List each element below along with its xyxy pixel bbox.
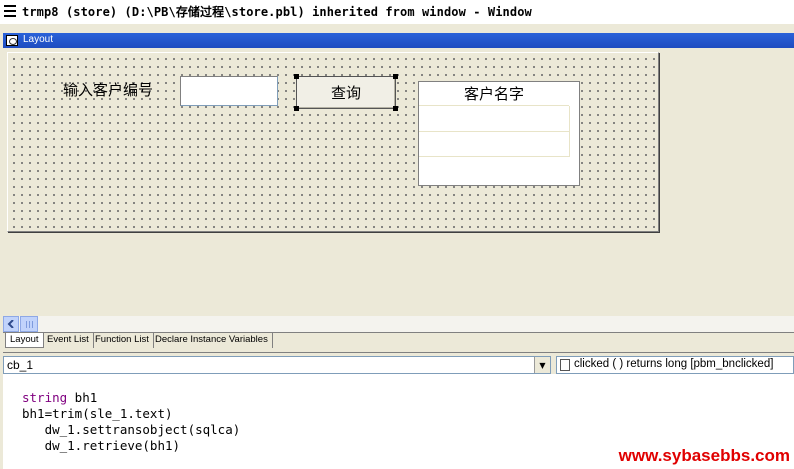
title-bar: trmp8 (store) (D:\PB\存储过程\store.pbl) inh… xyxy=(0,0,794,24)
painter-tab-strip: Layout Event List Function List Declare … xyxy=(3,332,794,348)
horizontal-scrollbar[interactable] xyxy=(3,316,794,332)
script-icon xyxy=(560,359,570,371)
script-selector-bar: cb_1 ▼ clicked ( ) returns long [pbm_bnc… xyxy=(3,352,794,374)
window-title: trmp8 (store) (D:\PB\存储过程\store.pbl) inh… xyxy=(22,5,532,19)
tab-layout[interactable]: Layout xyxy=(5,333,44,348)
selection-handle[interactable] xyxy=(294,74,299,79)
code-line: bh1=trim(sle_1.text) xyxy=(22,406,173,421)
datawindow-header-customer-name: 客户名字 xyxy=(419,82,569,106)
datawindow-control[interactable]: 客户名字 xyxy=(418,81,580,186)
layout-panel-title: Layout xyxy=(23,34,54,45)
layout-canvas: 输入客户编号 查询 客户名字 xyxy=(3,48,794,316)
scroll-thumb[interactable] xyxy=(20,316,38,332)
window-menu-icon[interactable] xyxy=(4,5,16,18)
query-button-label: 查询 xyxy=(330,84,361,102)
selection-handle[interactable] xyxy=(393,106,398,111)
control-select[interactable]: cb_1 ▼ xyxy=(3,356,551,374)
event-select-value: clicked ( ) returns long [pbm_bnclicked] xyxy=(574,358,774,370)
layout-icon xyxy=(6,35,18,46)
scroll-left-button[interactable] xyxy=(3,316,19,332)
design-window[interactable]: 输入客户编号 查询 客户名字 xyxy=(7,52,659,232)
datawindow-row xyxy=(419,131,570,157)
selection-handle[interactable] xyxy=(393,74,398,79)
watermark: www.sybasebbs.com xyxy=(618,446,790,465)
chevron-down-icon[interactable]: ▼ xyxy=(534,357,550,373)
datawindow-row xyxy=(419,106,570,132)
selection-handle[interactable] xyxy=(294,106,299,111)
customer-number-label[interactable]: 输入客户编号 xyxy=(63,79,153,100)
layout-panel-header: Layout xyxy=(3,33,794,48)
code-line: string bh1 xyxy=(22,390,98,405)
control-select-value: cb_1 xyxy=(7,358,34,372)
query-button[interactable]: 查询 xyxy=(294,74,398,111)
code-line: dw_1.retrieve(bh1) xyxy=(22,438,181,453)
customer-number-input[interactable] xyxy=(180,76,278,106)
event-select[interactable]: clicked ( ) returns long [pbm_bnclicked] xyxy=(556,356,794,374)
code-line: dw_1.settransobject(sqlca) xyxy=(22,422,241,437)
tab-function-list[interactable]: Function List xyxy=(91,333,154,348)
tab-event-list[interactable]: Event List xyxy=(43,333,94,348)
tab-declare-instance-variables[interactable]: Declare Instance Variables xyxy=(151,333,273,348)
chevron-left-icon xyxy=(7,320,14,328)
